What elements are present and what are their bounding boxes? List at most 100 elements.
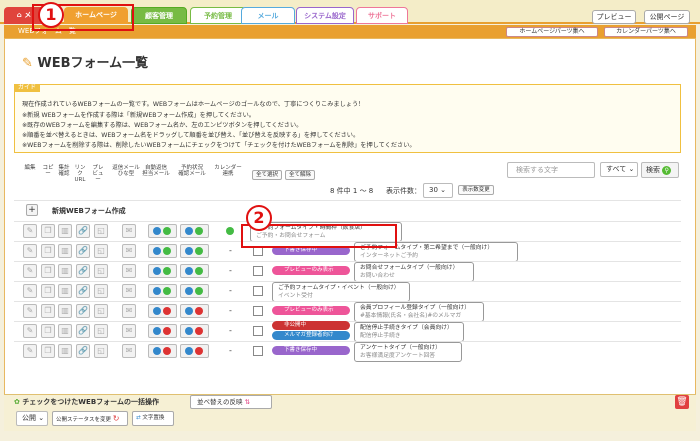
column-header-line: コピー [42, 165, 54, 177]
copy-icon[interactable]: ❐ [41, 304, 55, 318]
row-checkbox[interactable] [253, 326, 263, 336]
copy-icon[interactable]: ❐ [41, 224, 55, 238]
search-icon: ⚲ [662, 166, 672, 175]
link-icon[interactable]: 🔗 [76, 324, 90, 338]
copy-icon[interactable]: ❐ [41, 344, 55, 358]
mail-template-icon[interactable]: ✉ [122, 304, 136, 318]
close-icon [195, 307, 203, 315]
public-page-button[interactable]: 公開ページ [644, 10, 690, 24]
pencil-icon[interactable]: ✎ [23, 304, 37, 318]
deselect-all-button[interactable]: 全て解除 [285, 170, 315, 180]
apply-reorder-button[interactable]: 並べ替えの反映 ⇅ [190, 395, 272, 409]
search-button[interactable]: 検索 ⚲ [641, 162, 679, 178]
preview-icon[interactable]: ◱ [94, 344, 108, 358]
row-checkbox[interactable] [253, 346, 263, 356]
form-name-link[interactable]: 会員プロフィール登録タイプ（一般向け） #基本情報(氏名・会社名)#のメルマガ [354, 302, 484, 322]
mail-icon [185, 287, 193, 295]
close-icon [195, 327, 203, 335]
pencil-icon[interactable]: ✎ [23, 244, 37, 258]
homepage-parts-link[interactable]: ホームページパーツ集へ [506, 27, 598, 37]
row-checkbox[interactable] [253, 306, 263, 316]
no-calendar-dash: - [229, 346, 232, 355]
status-change-button[interactable]: 公開ステータスを変更 ↻ [52, 411, 128, 426]
refresh-icon: ↻ [112, 414, 120, 423]
per-page-select[interactable]: 30 ⌄ [423, 183, 453, 198]
copy-icon[interactable]: ❐ [41, 324, 55, 338]
status-badge: 下書き保存中 [272, 346, 350, 355]
copy-icon[interactable]: ❐ [41, 284, 55, 298]
chart-icon[interactable]: ▥ [58, 224, 72, 238]
search-input[interactable]: 検索する文字 [507, 162, 595, 178]
link-icon[interactable]: 🔗 [76, 264, 90, 278]
copy-icon[interactable]: ❐ [41, 244, 55, 258]
no-calendar-dash: - [229, 286, 232, 295]
guide-line: 現在作成されているWEBフォームの一覧です。WEBフォームはホームページのゴール… [22, 101, 365, 108]
mail-template-icon[interactable]: ✉ [122, 284, 136, 298]
form-name-link[interactable]: お問合せフォームタイプ（一般向け） お問い合わせ [354, 262, 474, 282]
column-header-line: ビュー [92, 171, 104, 183]
chart-icon[interactable]: ▥ [58, 304, 72, 318]
preview-icon[interactable]: ◱ [94, 244, 108, 258]
select-all-button[interactable]: 全て選択 [252, 170, 282, 180]
form-name-link[interactable]: ご予約フォームタイプ・イベント（一般向け） イベント受付 [272, 282, 410, 302]
form-name-link[interactable]: アンケートタイプ（一般向け） お客様満足度アンケート回答 [354, 342, 462, 362]
calendar-parts-link[interactable]: カレンダーパーツ集へ [604, 27, 688, 37]
column-header: 集計 確認 [56, 165, 72, 177]
pencil-icon[interactable]: ✎ [23, 284, 37, 298]
tab-mail[interactable]: メール [241, 7, 295, 24]
copy-icon[interactable]: ❐ [41, 264, 55, 278]
new-form-row[interactable]: + 新規WEBフォーム作成 [26, 204, 126, 218]
delete-icon[interactable]: 🗑 [675, 395, 689, 409]
mail-template-icon[interactable]: ✉ [122, 324, 136, 338]
mail-template-icon[interactable]: ✉ [122, 344, 136, 358]
form-name: 会員プロフィール登録タイプ（一般向け） [360, 305, 471, 311]
form-subtitle: お問い合わせ [360, 273, 395, 279]
close-icon [163, 307, 171, 315]
preview-icon[interactable]: ◱ [94, 284, 108, 298]
chart-icon[interactable]: ▥ [58, 324, 72, 338]
link-icon[interactable]: 🔗 [76, 224, 90, 238]
chart-icon[interactable]: ▥ [58, 344, 72, 358]
link-icon[interactable]: 🔗 [76, 284, 90, 298]
pencil-icon: ✎ [22, 56, 38, 71]
per-page-change-button[interactable]: 表示数変更 [458, 185, 494, 195]
check-icon [163, 267, 171, 275]
pencil-icon[interactable]: ✎ [23, 344, 37, 358]
row-checkbox[interactable] [253, 286, 263, 296]
pencil-icon[interactable]: ✎ [23, 264, 37, 278]
mail-template-icon[interactable]: ✉ [122, 244, 136, 258]
form-subtitle: イベント受付 [278, 293, 313, 299]
tab-reservations[interactable]: 予約管理 [190, 7, 246, 24]
mail-template-icon[interactable]: ✉ [122, 224, 136, 238]
page-title: ✎ WEBフォーム一覧 [22, 52, 148, 71]
form-name-link[interactable]: 配信停止手続きタイプ（会員向け） 配信停止手続き [354, 322, 464, 342]
pencil-icon[interactable]: ✎ [23, 224, 37, 238]
mail-template-icon[interactable]: ✉ [122, 264, 136, 278]
row-separator [14, 341, 681, 342]
text-replace-button[interactable]: ⇄ 文字置換 [132, 411, 174, 426]
preview-icon[interactable]: ◱ [94, 304, 108, 318]
row-checkbox[interactable] [253, 266, 263, 276]
chart-icon[interactable]: ▥ [58, 244, 72, 258]
check-icon [195, 287, 203, 295]
tab-system[interactable]: システム設定 [296, 7, 354, 24]
mail-icon [153, 307, 161, 315]
preview-icon[interactable]: ◱ [94, 264, 108, 278]
tab-label-home: メ [24, 11, 32, 19]
pencil-icon[interactable]: ✎ [23, 324, 37, 338]
status-select[interactable]: 公開 ⌄ [16, 411, 48, 426]
filter-select[interactable]: すべて ⌄ [600, 162, 638, 177]
check-icon [195, 247, 203, 255]
preview-button[interactable]: プレビュー [592, 10, 636, 24]
preview-icon[interactable]: ◱ [94, 324, 108, 338]
link-icon[interactable]: 🔗 [76, 304, 90, 318]
link-icon[interactable]: 🔗 [76, 244, 90, 258]
tab-support[interactable]: サポート [356, 7, 408, 24]
link-icon[interactable]: 🔗 [76, 344, 90, 358]
row-separator [14, 301, 681, 302]
per-page-label: 表示件数： [386, 187, 421, 195]
chart-icon[interactable]: ▥ [58, 284, 72, 298]
chart-icon[interactable]: ▥ [58, 264, 72, 278]
tab-customers[interactable]: 顧客管理 [131, 7, 187, 24]
preview-icon[interactable]: ◱ [94, 224, 108, 238]
